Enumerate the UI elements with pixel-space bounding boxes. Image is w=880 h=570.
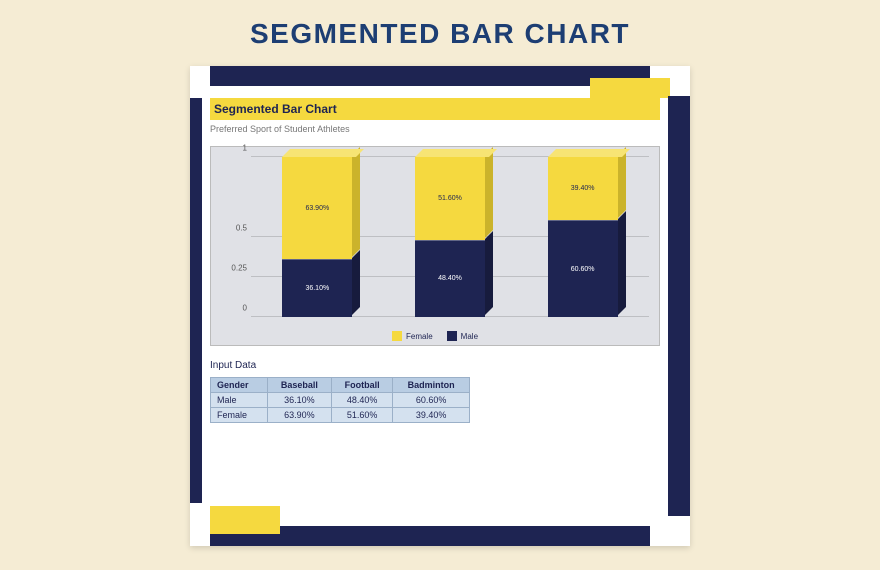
col-header: Gender [211,378,268,393]
page-title: SEGMENTED BAR CHART [250,18,630,50]
segment-label: 48.40% [438,275,462,282]
y-tick: 0.25 [221,264,247,273]
bar-badminton: 39.40% 60.60% [548,157,618,317]
title-bar: Segmented Bar Chart [210,98,660,120]
cell: 51.60% [331,408,392,423]
legend-label: Male [461,332,478,341]
data-table: Gender Baseball Football Badminton Male … [210,377,470,423]
row-label: Female [211,408,268,423]
table-row: Female 63.90% 51.60% 39.40% [211,408,470,423]
document-sheet: Segmented Bar Chart Preferred Sport of S… [190,66,690,546]
cell: 60.60% [393,393,470,408]
segment-label: 63.90% [305,205,329,212]
col-header: Football [331,378,392,393]
bar-football: 51.60% 48.40% [415,157,485,317]
plot-area: 0 0.25 0.5 1 63.90% 36.10% [251,157,649,317]
section-input-data: Input Data [210,360,660,371]
segment-female: 63.90% [282,157,352,259]
cell: 63.90% [267,408,331,423]
cell: 48.40% [331,393,392,408]
swatch-icon [392,331,402,341]
chart: 0 0.25 0.5 1 63.90% 36.10% [210,146,660,346]
legend-male: Male [447,331,478,341]
table-header-row: Gender Baseball Football Badminton [211,378,470,393]
legend-label: Female [406,332,433,341]
segment-label: 39.40% [571,185,595,192]
cell: 39.40% [393,408,470,423]
segment-female: 39.40% [548,157,618,220]
bars: 63.90% 36.10% 51.60% 48.40% [251,157,649,317]
legend: Female Male [211,331,659,341]
segment-male: 60.60% [548,220,618,317]
table-row: Male 36.10% 48.40% 60.60% [211,393,470,408]
y-tick: 0.5 [221,224,247,233]
segment-male: 36.10% [282,259,352,317]
segment-label: 51.60% [438,195,462,202]
frame-left [190,98,202,503]
chart-title: Segmented Bar Chart [214,102,337,116]
segment-male: 48.40% [415,240,485,317]
content-area: Segmented Bar Chart Preferred Sport of S… [210,92,660,520]
legend-female: Female [392,331,433,341]
row-label: Male [211,393,268,408]
frame-right [668,96,690,516]
swatch-icon [447,331,457,341]
chart-subtitle: Preferred Sport of Student Athletes [210,124,660,134]
col-header: Baseball [267,378,331,393]
segment-label: 36.10% [305,285,329,292]
col-header: Badminton [393,378,470,393]
y-tick: 1 [221,144,247,153]
frame-top [210,66,650,86]
segment-label: 60.60% [571,266,595,273]
segment-female: 51.60% [415,157,485,240]
bar-baseball: 63.90% 36.10% [282,157,352,317]
y-tick: 0 [221,304,247,313]
cell: 36.10% [267,393,331,408]
